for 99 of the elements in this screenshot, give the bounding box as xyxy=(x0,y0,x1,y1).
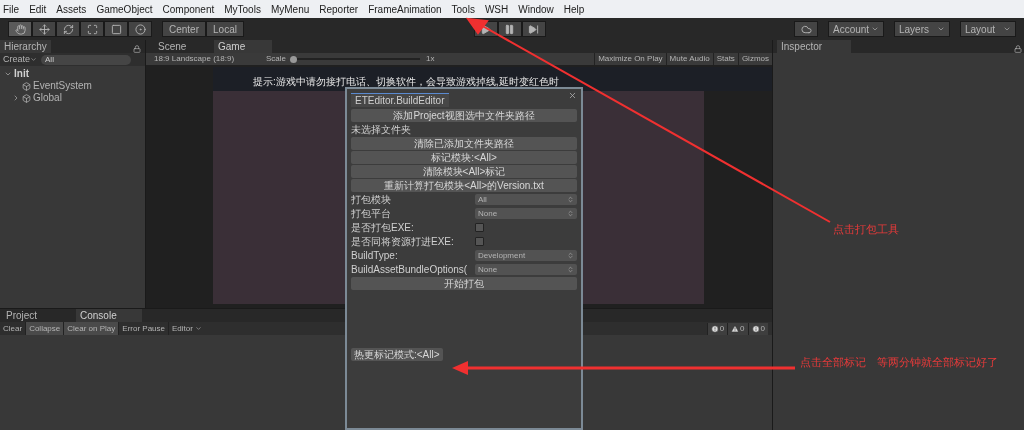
rotate-icon xyxy=(62,23,74,35)
menu-item[interactable]: Edit xyxy=(29,1,47,17)
step-icon xyxy=(528,23,540,35)
step-button[interactable] xyxy=(521,21,546,37)
scale-icon xyxy=(86,23,98,35)
menu-item[interactable]: FrameAnimation xyxy=(368,1,442,17)
hand-icon xyxy=(14,23,26,35)
tool-button[interactable] xyxy=(56,21,80,37)
tool-button[interactable] xyxy=(128,21,152,37)
updown-arrow-icon xyxy=(567,252,574,259)
warning-icon xyxy=(731,324,740,333)
caret-icon xyxy=(937,25,945,33)
count-badge[interactable]: 0 xyxy=(706,322,728,335)
pause-button[interactable] xyxy=(497,21,522,37)
editor-button[interactable]: 添加Project视图选中文件夹路径 xyxy=(351,109,577,122)
lock-icon[interactable] xyxy=(133,45,141,53)
menu-item[interactable]: Tools xyxy=(451,1,475,17)
caret-icon xyxy=(194,325,202,332)
dropdown-button[interactable]: Account xyxy=(828,21,884,37)
field-label: 是否打包EXE: xyxy=(351,221,415,234)
search-field[interactable]: All xyxy=(41,54,131,65)
field-label: 打包模块 xyxy=(351,193,392,206)
hint-text: 提示:游戏中请勿接打电话、切换软件，会导致游戏掉线,延时变红色时 xyxy=(253,76,559,87)
menu-item[interactable]: WSH xyxy=(484,1,509,17)
checkbox[interactable] xyxy=(475,237,484,246)
hierarchy-item[interactable]: EventSystem xyxy=(33,80,92,92)
hierarchy-tab[interactable]: Hierarchy xyxy=(0,40,51,53)
cloud-icon xyxy=(800,23,812,35)
menu-item[interactable]: MyTools xyxy=(224,1,261,17)
window-tab[interactable]: ETEditor.BuildEditor xyxy=(351,93,449,107)
scale-slider[interactable] xyxy=(290,55,420,63)
cube-icon xyxy=(22,93,31,103)
create-button[interactable]: Create xyxy=(3,52,37,67)
close-icon[interactable] xyxy=(568,91,577,100)
menu-item[interactable]: Help xyxy=(563,1,585,17)
scale-label: Scale xyxy=(266,53,286,65)
scale-reading: 1x xyxy=(426,53,435,65)
checkbox[interactable] xyxy=(475,223,484,232)
caret-icon xyxy=(1003,25,1011,33)
editor-button[interactable]: 开始打包 xyxy=(351,277,577,290)
dropdown-field[interactable]: None xyxy=(475,264,577,275)
tool-button[interactable] xyxy=(32,21,56,37)
editor-button[interactable]: 清除模块<All>标记 xyxy=(351,165,577,178)
tool-button[interactable] xyxy=(8,21,32,37)
aspect-dropdown[interactable]: 18:9 Landscape (18:9) xyxy=(154,53,266,65)
dropdown-field[interactable]: Development xyxy=(475,250,577,261)
move-icon xyxy=(38,23,50,35)
menu-item[interactable]: Assets xyxy=(56,1,87,17)
dropdown-button[interactable]: Layout xyxy=(960,21,1016,37)
field-label: BuildAssetBundleOptions( xyxy=(351,263,469,276)
caret-icon xyxy=(30,56,37,63)
menu-item[interactable]: Window xyxy=(518,1,554,17)
annotation-text: 点击全部标记 等两分钟就全部标记好了 xyxy=(800,355,998,370)
field-label: 打包平台 xyxy=(351,207,392,220)
updown-arrow-icon xyxy=(567,196,574,203)
scene-item[interactable]: Init xyxy=(14,68,29,80)
transform-icon xyxy=(134,23,146,35)
dropdown-field[interactable]: None xyxy=(475,208,577,219)
updown-arrow-icon xyxy=(567,210,574,217)
cube-icon xyxy=(22,81,31,91)
editor-button[interactable]: 标记模块:<All> xyxy=(351,151,577,164)
console-button[interactable]: Error Pause xyxy=(119,322,169,335)
editor-button[interactable]: 热更标记模式:<All> xyxy=(351,348,443,361)
pause-icon xyxy=(504,23,516,35)
editor-dropdown[interactable]: Editor xyxy=(169,322,205,335)
console-button[interactable]: Clear on Play xyxy=(64,322,120,335)
menu-item[interactable]: Reporter xyxy=(319,1,359,17)
pivot-button[interactable]: Center xyxy=(162,21,206,37)
info-icon xyxy=(751,324,760,333)
editor-button[interactable]: 清除已添加文件夹路径 xyxy=(351,137,577,150)
console-button[interactable]: Collapse xyxy=(26,322,65,335)
cloud-button[interactable] xyxy=(794,21,818,37)
editor-button[interactable]: 重新计算打包模块<All>的Version.txt xyxy=(351,179,577,192)
count-badge[interactable]: 0 xyxy=(747,322,768,335)
count-badge[interactable]: 0 xyxy=(727,322,748,335)
updown-arrow-icon xyxy=(567,266,574,273)
dropdown-button[interactable]: Layers xyxy=(894,21,950,37)
pivot-button[interactable]: Local xyxy=(206,21,244,37)
rect-icon xyxy=(110,23,122,35)
lock-icon[interactable] xyxy=(1014,45,1022,53)
panel-tab[interactable]: Project xyxy=(2,309,68,322)
view-tab[interactable]: Game xyxy=(214,40,272,53)
annotation-text: 点击打包工具 xyxy=(833,222,899,237)
caret-icon xyxy=(871,25,879,33)
field-label: BuildType: xyxy=(351,249,399,262)
slider-thumb[interactable] xyxy=(290,55,297,63)
menu-item[interactable]: File xyxy=(3,1,20,17)
menu-item[interactable]: Component xyxy=(162,1,215,17)
panel-tab[interactable]: Console xyxy=(76,309,142,322)
menu-item[interactable]: GameObject xyxy=(96,1,153,17)
status-text: 未选择文件夹 xyxy=(351,123,412,136)
hierarchy-item[interactable]: Global xyxy=(33,92,62,104)
tool-button[interactable] xyxy=(80,21,104,37)
field-label: 是否同将资源打进EXE: xyxy=(351,235,455,248)
dropdown-field[interactable]: All xyxy=(475,194,577,205)
menu-item[interactable]: MyMenu xyxy=(270,1,310,17)
error-icon xyxy=(710,324,719,333)
inspector-tab[interactable]: Inspector xyxy=(777,40,851,53)
tool-button[interactable] xyxy=(104,21,128,37)
